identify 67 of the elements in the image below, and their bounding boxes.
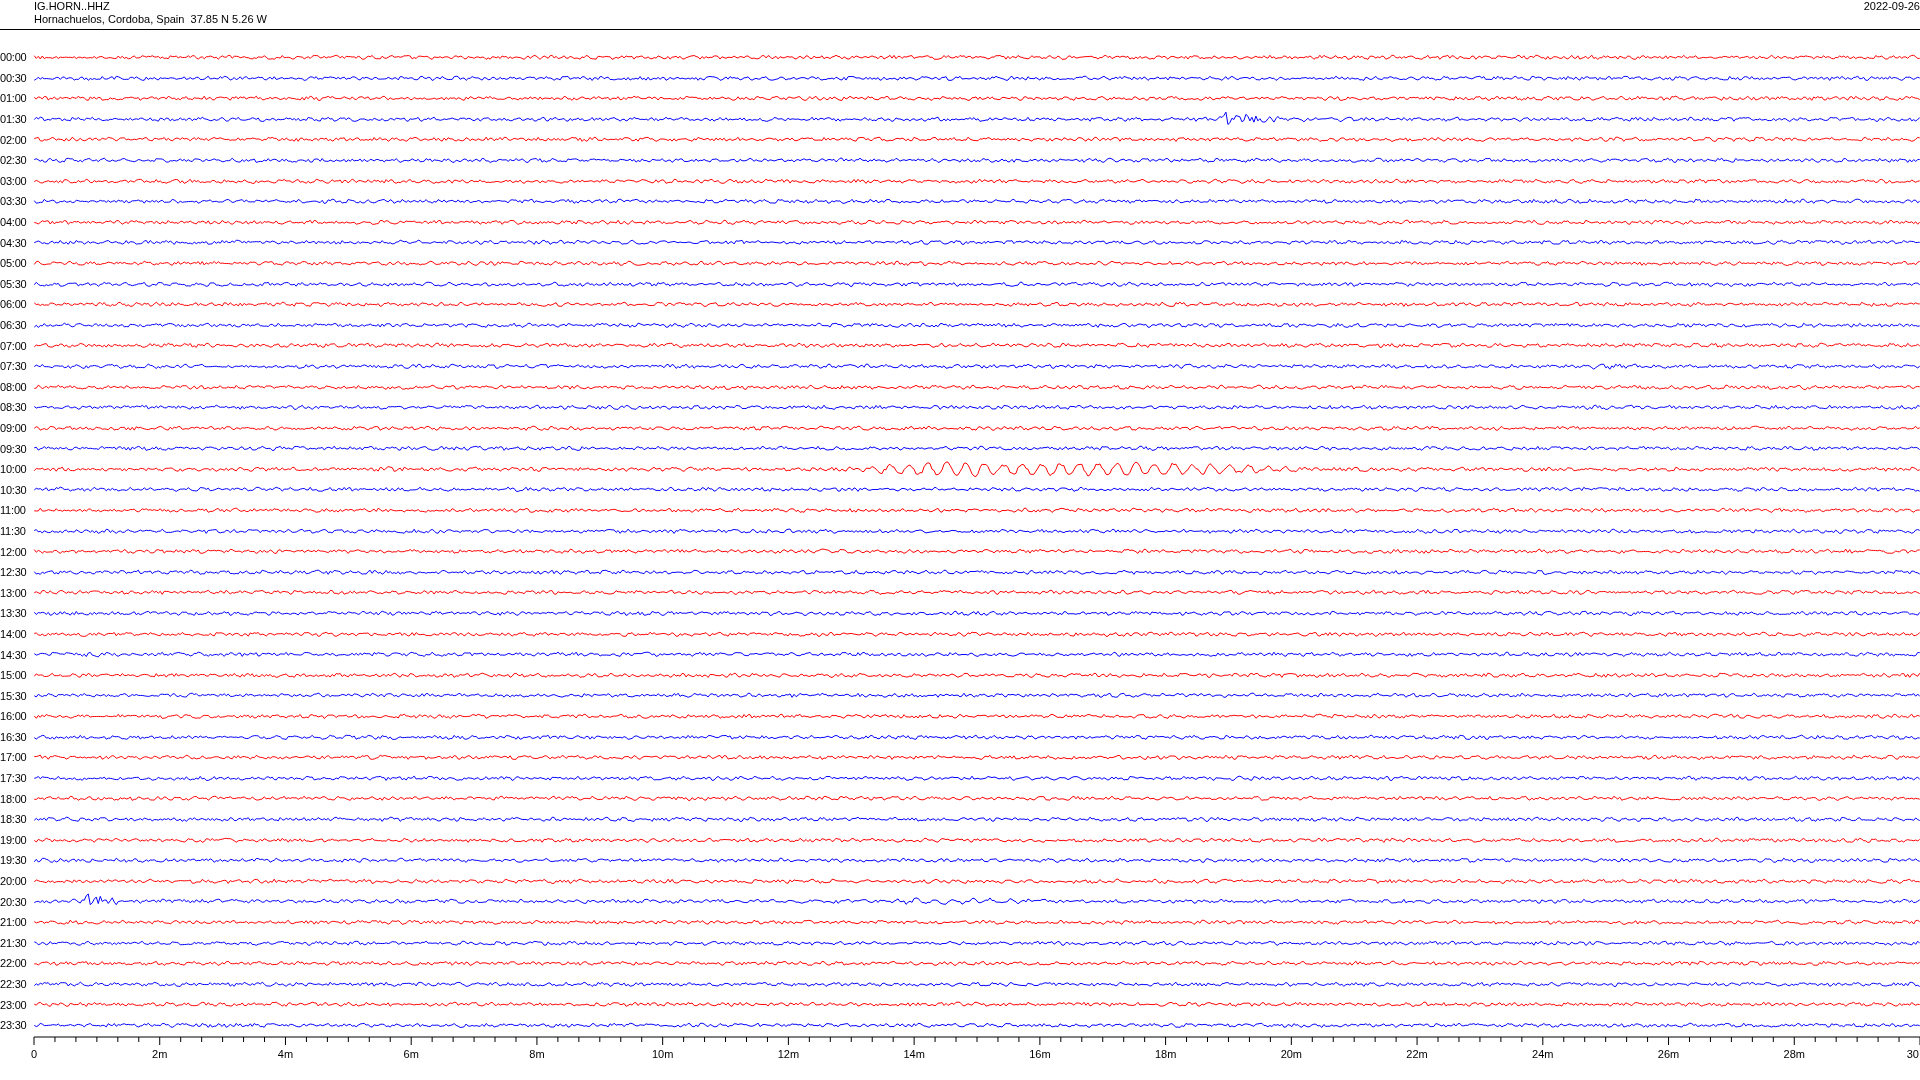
axis-label: 26m: [1657, 1047, 1680, 1060]
time-label: 22:30: [0, 978, 28, 990]
time-label: 06:00: [0, 298, 28, 311]
time-label: 23:30: [0, 1019, 28, 1032]
time-label: 00:00: [0, 51, 28, 64]
time-label: 09:30: [0, 442, 28, 455]
time-label: 09:00: [0, 422, 28, 434]
axis-label: 16m: [1029, 1047, 1051, 1060]
axis-label: 2m: [152, 1047, 168, 1060]
time-label: 13:30: [0, 607, 28, 620]
axis-label: 28m: [1783, 1047, 1805, 1060]
time-label: 23:00: [0, 998, 28, 1011]
time-label: 06:30: [0, 319, 28, 331]
time-label: 05:30: [0, 277, 28, 290]
axis-label: 10m: [651, 1047, 674, 1060]
time-label: 14:00: [0, 627, 28, 640]
station-location: Hornachuelos, Cordoba, Spain 37.85 N 5.26 W: [34, 13, 267, 26]
time-label: 16:30: [0, 730, 28, 743]
station-code: IG.HORN..HHZ: [34, 0, 111, 13]
time-label: 14:30: [0, 648, 28, 661]
time-label: 15:30: [0, 689, 28, 702]
time-label: 19:00: [0, 833, 28, 846]
time-label: 12:30: [0, 566, 28, 579]
axis-label: 0: [30, 1047, 38, 1060]
time-label: 05:00: [0, 257, 28, 270]
time-label: 11:00: [0, 504, 27, 517]
axis-label: 30: [1906, 1047, 1919, 1060]
axis-label: 4m: [277, 1047, 294, 1060]
time-label: 17:00: [0, 751, 28, 764]
time-label: 10:30: [0, 483, 28, 496]
axis-label: 22m: [1406, 1047, 1428, 1060]
time-label: 08:00: [0, 380, 28, 393]
time-label: 10:00: [0, 463, 28, 476]
time-label: 19:30: [0, 854, 28, 867]
time-label: 21:00: [0, 916, 28, 929]
axis-label: 12m: [777, 1047, 800, 1060]
time-label: 04:30: [0, 236, 28, 249]
time-label: 07:00: [0, 339, 28, 352]
time-label: 04:00: [0, 216, 28, 229]
time-label: 20:30: [0, 895, 28, 908]
time-label: 18:00: [0, 792, 28, 805]
time-label: 02:30: [0, 154, 28, 167]
axis-label: 24m: [1532, 1047, 1554, 1060]
time-label: 01:00: [0, 92, 28, 105]
time-label: 00:30: [0, 71, 28, 84]
axis-label: 6m: [403, 1047, 419, 1060]
time-label: 13:00: [0, 586, 28, 599]
time-label: 02:00: [0, 133, 28, 146]
time-label: 03:30: [0, 195, 28, 208]
record-date: 2022-09-26: [1863, 0, 1920, 14]
time-label: 07:30: [0, 360, 28, 373]
time-label: 03:00: [0, 174, 28, 187]
axis-label: 14m: [903, 1047, 925, 1060]
time-label: 08:30: [0, 401, 28, 414]
axis-label: 20m: [1280, 1047, 1303, 1060]
time-label: 01:30: [0, 113, 28, 126]
time-label: 21:30: [0, 936, 28, 949]
time-label: 22:00: [0, 957, 28, 970]
axis-label: 8m: [529, 1047, 545, 1060]
axis-label: 18m: [1154, 1047, 1177, 1060]
time-label: 17:30: [0, 772, 28, 785]
time-label: 20:00: [0, 875, 28, 888]
time-label: 18:30: [0, 813, 28, 826]
time-label: 15:00: [0, 669, 28, 682]
time-label: 12:00: [0, 545, 28, 558]
time-label: 16:00: [0, 710, 28, 723]
time-label: 11:30: [0, 524, 27, 537]
